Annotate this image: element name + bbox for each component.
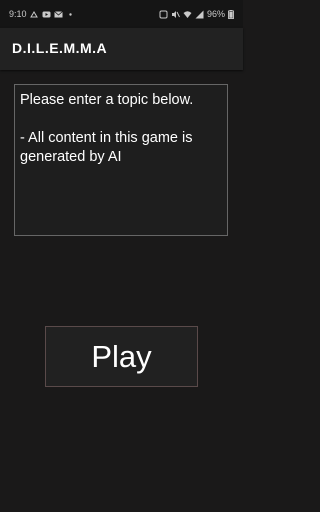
status-time: 9:10 bbox=[9, 9, 27, 19]
mail-icon bbox=[53, 10, 63, 19]
youtube-icon bbox=[42, 10, 51, 19]
app-screen: 9:10 96% D.I.L.E.M.M.A Please enter a to… bbox=[0, 0, 243, 512]
wifi-icon bbox=[183, 10, 192, 19]
status-right: 96% bbox=[159, 9, 237, 19]
battery-icon bbox=[228, 9, 237, 19]
app-bar: D.I.L.E.M.M.A bbox=[0, 28, 243, 70]
signal-icon bbox=[195, 10, 204, 19]
nfc-icon bbox=[159, 10, 168, 19]
mute-icon bbox=[171, 10, 180, 19]
status-bar: 9:10 96% bbox=[0, 0, 243, 28]
notification-icon bbox=[29, 10, 39, 19]
app-title: D.I.L.E.M.M.A bbox=[12, 40, 108, 56]
topic-input[interactable]: Please enter a topic below. - All conten… bbox=[14, 84, 228, 236]
status-left: 9:10 bbox=[9, 9, 75, 19]
more-icon bbox=[66, 10, 75, 19]
battery-percent: 96% bbox=[206, 9, 225, 19]
play-button[interactable]: Play bbox=[45, 326, 198, 387]
